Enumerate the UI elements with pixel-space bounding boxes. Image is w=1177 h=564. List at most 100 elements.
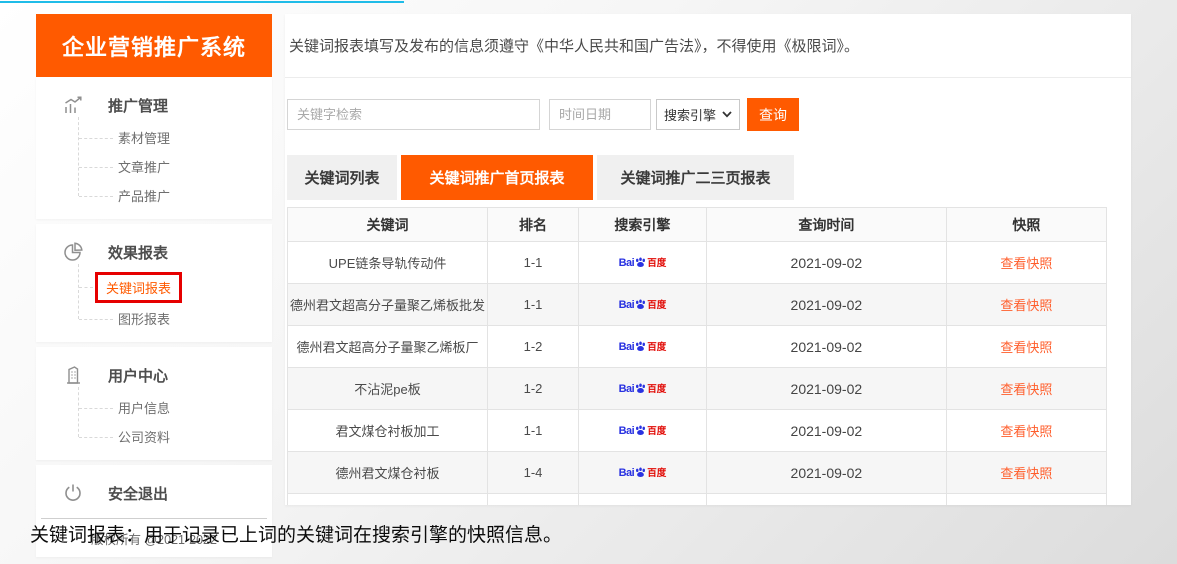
sidebar-subitems: 用户信息 公司资料 xyxy=(36,393,272,451)
snapshot-cell: 查看快照 xyxy=(946,410,1106,452)
tab-page23-report[interactable]: 关键词推广二三页报表 xyxy=(597,155,794,200)
baidu-paw-icon xyxy=(634,382,647,395)
view-snapshot-link[interactable]: 查看快照 xyxy=(1000,382,1052,397)
active-item-highlight: 关键词报表 xyxy=(95,272,182,303)
top-accent-line xyxy=(0,1,404,3)
table-row: UPE链条导轨传动件 1-1 Bai百度 2021-09-02 查看快照 xyxy=(288,242,1107,284)
baidu-logo: Bai 百度 xyxy=(619,298,667,313)
sidebar-item-graphic-report[interactable]: 图形报表 xyxy=(36,304,272,333)
building-icon xyxy=(60,362,86,388)
snapshot-cell: 查看快照 xyxy=(946,326,1106,368)
main-content: 关键词报表填写及发布的信息须遵守《中华人民共和国广告法》，不得使用《极限词》。 … xyxy=(285,14,1131,505)
view-snapshot-link[interactable]: 查看快照 xyxy=(1000,298,1052,313)
sidebar-item-company-profile[interactable]: 公司资料 xyxy=(36,422,272,451)
rank-cell: 1-1 xyxy=(488,242,579,284)
baidu-paw-icon xyxy=(634,298,647,311)
snapshot-cell: 查看快照 xyxy=(946,242,1106,284)
keyword-cell: 德州君文超高分子量聚乙烯板厂 xyxy=(288,326,488,368)
sidebar-section-reports: 效果报表 关键词报表 图形报表 xyxy=(36,224,272,342)
keyword-report-table: 关键词 排名 搜索引擎 查询时间 快照 UPE链条导轨传动件 1-1 Bai百度… xyxy=(287,207,1107,505)
sidebar-subitems: 关键词报表 图形报表 xyxy=(36,270,272,333)
baidu-logo: Bai 百度 xyxy=(619,256,667,271)
table-header-row: 关键词 排名 搜索引擎 查询时间 快照 xyxy=(288,208,1107,242)
time-cell: 2021-09-02 xyxy=(706,242,946,284)
baidu-paw-icon xyxy=(634,340,647,353)
power-icon xyxy=(60,480,86,506)
snapshot-cell: 查看快照 xyxy=(946,368,1106,410)
sidebar-item-keyword-report[interactable]: 关键词报表 xyxy=(36,270,272,304)
baidu-logo-text: Bai xyxy=(619,300,635,311)
rank-cell: 1-2 xyxy=(488,326,579,368)
sidebar-item-material-management[interactable]: 素材管理 xyxy=(36,123,272,152)
baidu-logo: Bai百度 xyxy=(619,340,667,355)
keyword-cell: 德州君文超高分子量聚乙烯板批发 xyxy=(288,284,488,326)
sidebar-item-article-promotion[interactable]: 文章推广 xyxy=(36,152,272,181)
sidebar-item-label: 推广管理 xyxy=(108,95,168,116)
rank-cell: 1-2 xyxy=(488,368,579,410)
app-title: 企业营销推广系统 xyxy=(36,14,272,77)
table-row: 德州君文超高分子量聚乙烯板厂 1-2 Bai百度 2021-09-02 查看快照 xyxy=(288,326,1107,368)
col-rank: 排名 xyxy=(488,208,579,242)
sidebar-subitems: 素材管理 文章推广 产品推广 xyxy=(36,123,272,210)
baidu-logo: Bai 百度 xyxy=(619,382,667,397)
sidebar-item-effect-reports[interactable]: 效果报表 xyxy=(36,237,272,267)
sidebar-item-user-center[interactable]: 用户中心 xyxy=(36,360,272,390)
sidebar-item-promotion-management[interactable]: 推广管理 xyxy=(36,90,272,120)
baidu-logo-cn: 百度 xyxy=(647,385,666,395)
baidu-logo-cn: 百度 xyxy=(647,259,666,269)
keyword-cell: 君文煤仓衬板加工 xyxy=(288,410,488,452)
pie-chart-icon xyxy=(60,239,86,265)
sidebar-item-label: 用户中心 xyxy=(108,365,168,386)
date-input[interactable] xyxy=(549,99,651,130)
page: 企业营销推广系统 推广管理 素材管理 文章推广 产品推广 xyxy=(0,0,1177,564)
baidu-paw-icon xyxy=(634,424,647,437)
chevron-down-icon xyxy=(722,111,732,118)
baidu-logo-cn: 百度 xyxy=(647,427,666,437)
col-query-time: 查询时间 xyxy=(706,208,946,242)
time-cell: 2021-09-02 xyxy=(706,284,946,326)
bar-chart-icon xyxy=(60,92,86,118)
col-engine: 搜索引擎 xyxy=(578,208,706,242)
keyword-cell: 不沾泥pe板 xyxy=(288,368,488,410)
sidebar-item-user-info[interactable]: 用户信息 xyxy=(36,393,272,422)
view-snapshot-link[interactable]: 查看快照 xyxy=(1000,466,1052,481)
table-row: 德州君文超高分子量聚乙烯板批发 1-1 Bai百度 2021-09-02 查看快… xyxy=(288,284,1107,326)
time-cell: 2021-09-02 xyxy=(706,326,946,368)
time-cell: 2021-09-02 xyxy=(706,452,946,494)
baidu-logo: Bai 百度 xyxy=(619,424,667,439)
time-cell: 2021-09-02 xyxy=(706,410,946,452)
table-row: 不沾泥pe板 1-2 Bai 百度 2021-09-02 查看快照 xyxy=(288,368,1107,410)
engine-cell: Bai 百度 xyxy=(578,368,706,410)
keyword-search-input[interactable] xyxy=(287,99,540,130)
view-snapshot-link[interactable]: 查看快照 xyxy=(1000,340,1052,355)
baidu-logo-cn: 百度 xyxy=(647,301,666,311)
sidebar-item-product-promotion[interactable]: 产品推广 xyxy=(36,181,272,210)
view-snapshot-link[interactable]: 查看快照 xyxy=(1000,256,1052,271)
slide-caption: 关键词报表：用于记录已上词的关键词在搜索引擎的快照信息。 xyxy=(30,520,562,547)
sidebar-item-logout[interactable]: 安全退出 xyxy=(36,478,272,508)
filter-bar: 搜索引擎 查询 xyxy=(287,98,1131,131)
engine-cell: Bai 百度 xyxy=(578,284,706,326)
col-keyword: 关键词 xyxy=(288,208,488,242)
baidu-logo-text: Bai xyxy=(619,384,635,395)
baidu-logo: Bai百度 xyxy=(619,466,667,481)
sidebar: 企业营销推广系统 推广管理 素材管理 文章推广 产品推广 xyxy=(36,14,272,557)
view-snapshot-link[interactable]: 查看快照 xyxy=(1000,424,1052,439)
tab-homepage-report[interactable]: 关键词推广首页报表 xyxy=(401,155,593,200)
table-row: 德州君文煤仓衬板 1-4 Bai百度 2021-09-02 查看快照 xyxy=(288,452,1107,494)
baidu-logo-text: Bai xyxy=(619,426,635,437)
engine-cell: Bai百度 xyxy=(578,326,706,368)
report-tabs: 关键词列表 关键词推广首页报表 关键词推广二三页报表 xyxy=(287,155,1131,200)
tab-keyword-list[interactable]: 关键词列表 xyxy=(287,155,397,200)
baidu-paw-icon xyxy=(634,466,647,479)
engine-cell: Bai百度 xyxy=(578,452,706,494)
query-button[interactable]: 查询 xyxy=(747,98,799,131)
search-engine-select[interactable]: 搜索引擎 xyxy=(656,99,740,130)
search-engine-select-value: 搜索引擎 xyxy=(664,105,716,124)
baidu-logo-text: Bai xyxy=(619,258,635,269)
sidebar-section-user-center: 用户中心 用户信息 公司资料 xyxy=(36,347,272,460)
sidebar-item-label: 效果报表 xyxy=(108,242,168,263)
time-cell: 2021-09-02 xyxy=(706,368,946,410)
rank-cell: 1-1 xyxy=(488,410,579,452)
baidu-paw-icon xyxy=(634,256,647,269)
